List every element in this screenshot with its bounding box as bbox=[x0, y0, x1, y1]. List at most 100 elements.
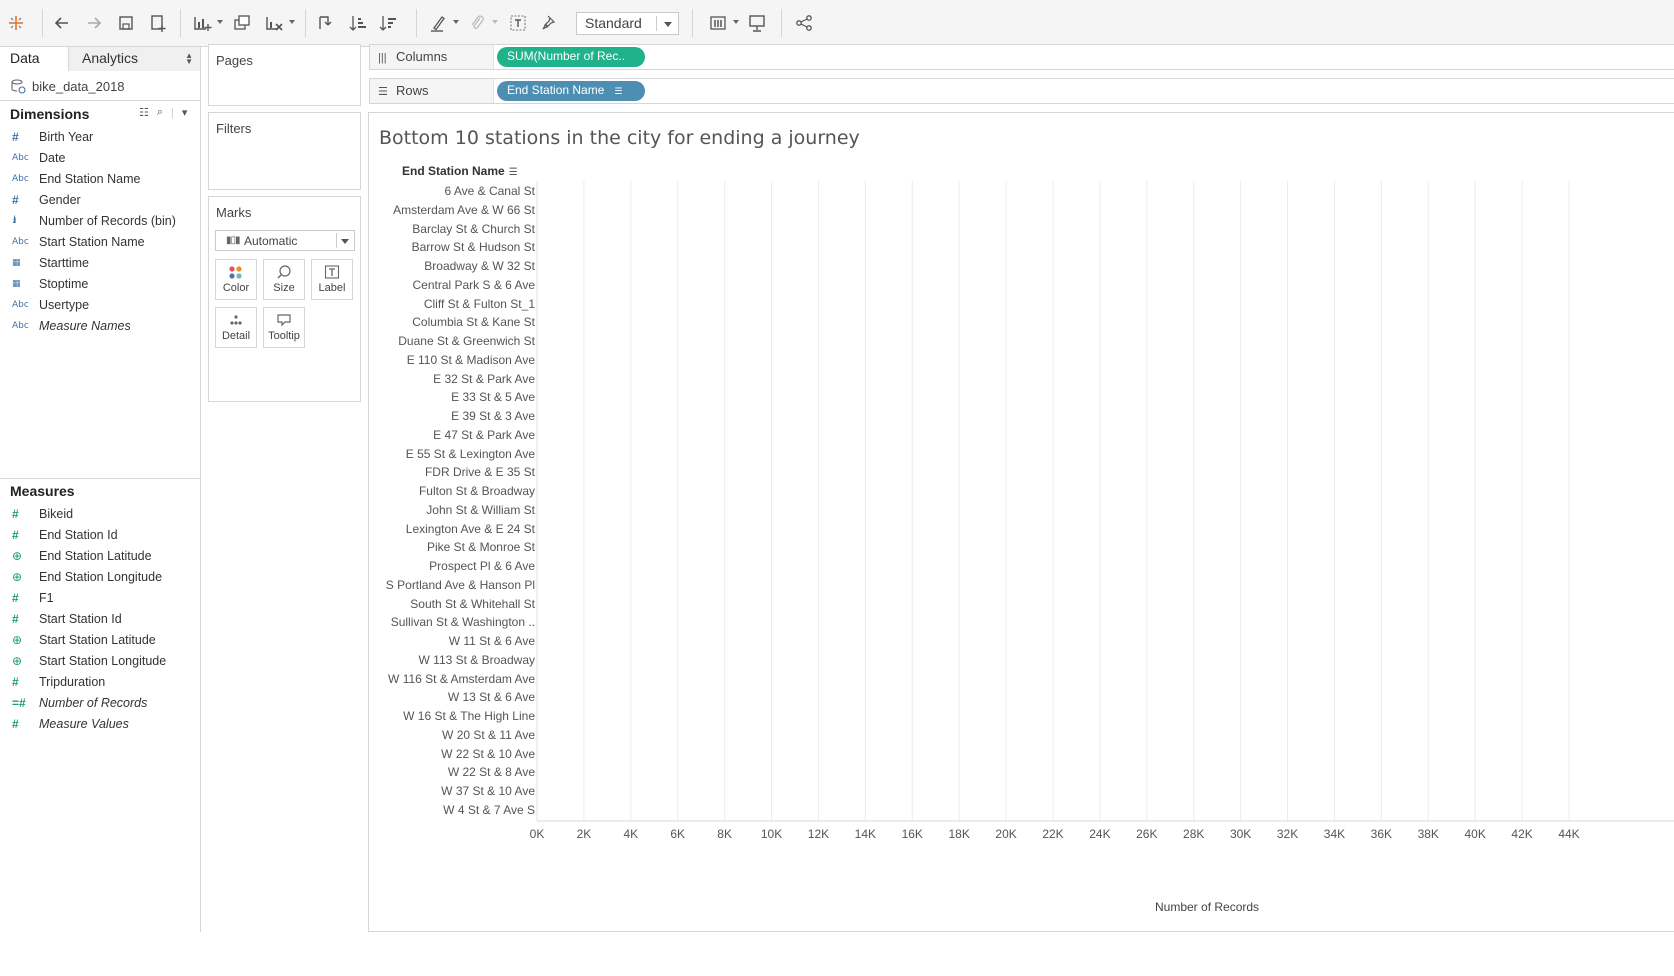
field-item[interactable]: # Start Station Id bbox=[0, 608, 200, 629]
row-label[interactable]: South St & Whitehall St bbox=[410, 594, 535, 614]
row-label[interactable]: Sullivan St & Washington .. bbox=[391, 612, 535, 632]
swap-rows-columns-icon[interactable] bbox=[314, 11, 338, 35]
clear-sheet-icon[interactable] bbox=[262, 11, 295, 35]
row-label[interactable]: W 4 St & 7 Ave S bbox=[443, 800, 535, 820]
row-label[interactable]: W 116 St & Amsterdam Ave bbox=[388, 669, 535, 689]
row-label[interactable]: Central Park S & 6 Ave bbox=[412, 275, 535, 295]
row-label[interactable]: W 22 St & 8 Ave bbox=[448, 762, 535, 782]
row-label[interactable]: Amsterdam Ave & W 66 St bbox=[393, 200, 535, 220]
row-label[interactable]: W 16 St & The High Line bbox=[403, 706, 535, 726]
field-item[interactable]: ⊕ End Station Latitude bbox=[0, 545, 200, 566]
viz-title[interactable]: Bottom 10 stations in the city for endin… bbox=[379, 127, 860, 149]
row-label[interactable]: W 11 St & 6 Ave bbox=[449, 631, 535, 651]
field-item[interactable]: ▦ Stoptime bbox=[0, 273, 200, 294]
row-label[interactable]: Pike St & Monroe St bbox=[427, 537, 535, 557]
chevron-down-icon[interactable]: ▾ bbox=[182, 106, 188, 119]
row-label[interactable]: E 55 St & Lexington Ave bbox=[406, 444, 535, 464]
row-label[interactable]: S Portland Ave & Hanson Pl bbox=[386, 575, 535, 595]
group-members-icon[interactable] bbox=[465, 11, 498, 35]
save-icon[interactable] bbox=[114, 11, 138, 35]
globe-icon: ⊕ bbox=[12, 632, 23, 647]
color-button[interactable]: Color bbox=[215, 259, 257, 300]
row-label[interactable]: W 13 St & 6 Ave bbox=[448, 687, 535, 707]
row-label[interactable]: E 47 St & Park Ave bbox=[433, 425, 535, 445]
new-datasource-icon[interactable] bbox=[146, 11, 170, 35]
show-mark-labels-icon[interactable] bbox=[506, 11, 530, 35]
field-item[interactable]: ▦ Starttime bbox=[0, 252, 200, 273]
undo-icon[interactable] bbox=[50, 11, 74, 35]
label-button[interactable]: Label bbox=[311, 259, 353, 300]
detail-button[interactable]: Detail bbox=[215, 307, 257, 348]
sort-ascending-icon[interactable] bbox=[346, 11, 370, 35]
x-tick-label: 8K bbox=[717, 827, 732, 841]
redo-icon[interactable] bbox=[82, 11, 106, 35]
field-item[interactable]: # Tripduration bbox=[0, 671, 200, 692]
row-label[interactable]: W 113 St & Broadway bbox=[419, 650, 536, 670]
field-item[interactable]: .ılı Number of Records (bin) bbox=[0, 210, 200, 231]
presentation-mode-icon[interactable] bbox=[745, 11, 769, 35]
size-button[interactable]: Size bbox=[263, 259, 305, 300]
row-label[interactable]: W 22 St & 10 Ave bbox=[441, 744, 535, 764]
field-item[interactable]: Abc Start Station Name bbox=[0, 231, 200, 252]
row-label[interactable]: Lexington Ave & E 24 St bbox=[406, 519, 535, 539]
new-worksheet-icon[interactable] bbox=[190, 11, 223, 35]
datasource[interactable]: bike_data_2018 bbox=[10, 75, 125, 97]
row-label[interactable]: FDR Drive & E 35 St bbox=[425, 462, 535, 482]
field-item[interactable]: # Measure Values bbox=[0, 713, 200, 734]
field-item[interactable]: ⊕ End Station Longitude bbox=[0, 566, 200, 587]
tooltip-button[interactable]: Tooltip bbox=[263, 307, 305, 348]
field-item[interactable]: Abc End Station Name bbox=[0, 168, 200, 189]
row-label[interactable]: Fulton St & Broadway bbox=[419, 481, 535, 501]
field-item[interactable]: # F1 bbox=[0, 587, 200, 608]
row-label[interactable]: E 33 St & 5 Ave bbox=[451, 387, 535, 407]
field-item[interactable]: # Birth Year bbox=[0, 126, 200, 147]
row-label[interactable]: W 20 St & 11 Ave bbox=[442, 725, 535, 745]
show-cards-icon[interactable] bbox=[706, 11, 739, 35]
highlight-icon[interactable] bbox=[426, 11, 459, 35]
columns-shelf[interactable]: ||| Columns SUM(Number of Rec.. bbox=[369, 44, 1674, 70]
filters-card[interactable]: Filters bbox=[208, 112, 361, 190]
row-label[interactable]: Columbia St & Kane St bbox=[412, 312, 535, 332]
rows-pill[interactable]: End Station Name ☰ bbox=[497, 81, 645, 101]
field-item[interactable]: ⊕ Start Station Longitude bbox=[0, 650, 200, 671]
field-item[interactable]: # End Station Id bbox=[0, 524, 200, 545]
field-item[interactable]: # Bikeid bbox=[0, 503, 200, 524]
row-header[interactable]: End Station Name ☰ bbox=[402, 164, 518, 178]
rows-shelf[interactable]: ☰ Rows End Station Name ☰ bbox=[369, 78, 1674, 104]
row-label[interactable]: E 110 St & Madison Ave bbox=[407, 350, 535, 370]
marks-type-select[interactable]: ▮▯▮ Automatic bbox=[215, 230, 355, 251]
row-label[interactable]: E 39 St & 3 Ave bbox=[451, 406, 535, 426]
field-item[interactable]: =# Number of Records bbox=[0, 692, 200, 713]
tab-data[interactable]: Data bbox=[0, 47, 69, 71]
pages-card[interactable]: Pages bbox=[208, 44, 361, 106]
x-tick-label: 2K bbox=[577, 827, 592, 841]
tab-analytics[interactable]: Analytics ▲ ▼ bbox=[69, 47, 200, 71]
field-item[interactable]: Abc Date bbox=[0, 147, 200, 168]
calendar-icon: ▦ bbox=[12, 278, 21, 288]
fit-mode-select[interactable]: Standard bbox=[576, 12, 679, 35]
row-label[interactable]: Prospect Pl & 6 Ave bbox=[429, 556, 535, 576]
row-label[interactable]: Barclay St & Church St bbox=[412, 219, 535, 239]
sort-descending-icon[interactable] bbox=[376, 11, 400, 35]
row-label[interactable]: John St & William St bbox=[426, 500, 535, 520]
view-list-icon[interactable]: ☷ bbox=[139, 106, 149, 119]
columns-pill[interactable]: SUM(Number of Rec.. bbox=[497, 47, 645, 67]
tableau-logo-icon[interactable] bbox=[4, 11, 28, 35]
field-item[interactable]: # Gender bbox=[0, 189, 200, 210]
tab-scroll-icon: ▲ ▼ bbox=[185, 51, 193, 66]
row-label[interactable]: Barrow St & Hudson St bbox=[412, 237, 535, 257]
row-label[interactable]: Duane St & Greenwich St bbox=[398, 331, 535, 351]
row-label[interactable]: W 37 St & 10 Ave bbox=[441, 781, 535, 801]
duplicate-sheet-icon[interactable] bbox=[230, 11, 254, 35]
row-label[interactable]: Broadway & W 32 St bbox=[424, 256, 535, 276]
field-item[interactable]: ⊕ Start Station Latitude bbox=[0, 629, 200, 650]
search-icon[interactable]: ⌕ bbox=[157, 106, 163, 119]
row-label[interactable]: 6 Ave & Canal St bbox=[444, 181, 535, 201]
field-item[interactable]: Abc Usertype bbox=[0, 294, 200, 315]
field-item[interactable]: Abc Measure Names bbox=[0, 315, 200, 336]
share-icon[interactable] bbox=[792, 11, 816, 35]
row-label[interactable]: E 32 St & Park Ave bbox=[433, 369, 535, 389]
fix-axes-icon[interactable] bbox=[538, 11, 562, 35]
sort-icon[interactable]: ☰ bbox=[509, 167, 518, 178]
row-label[interactable]: Cliff St & Fulton St_1 bbox=[424, 294, 535, 314]
